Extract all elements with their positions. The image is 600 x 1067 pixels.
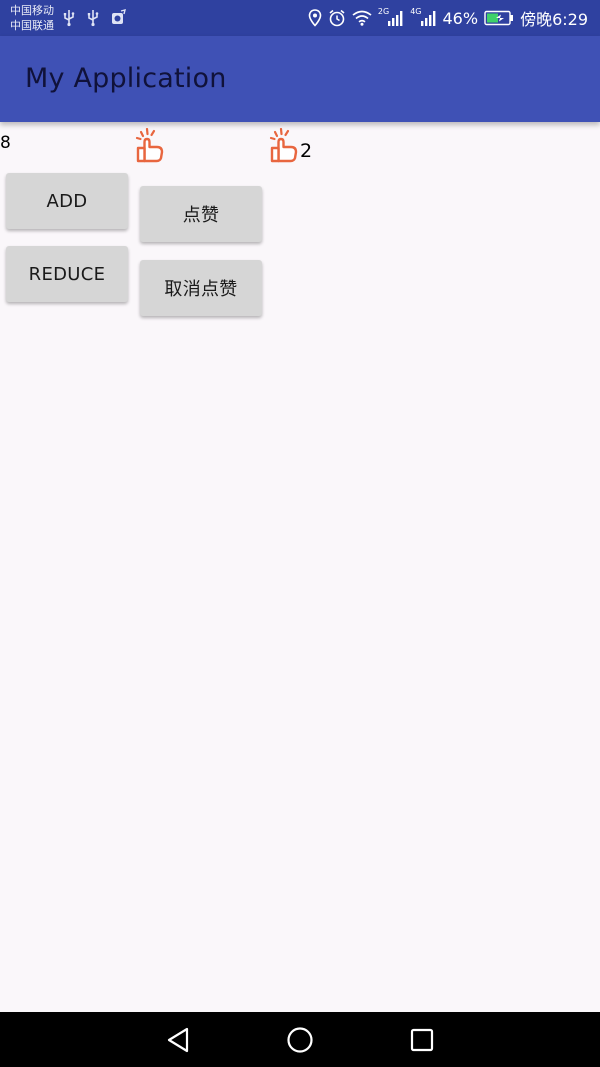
battery-icon [484, 10, 514, 26]
thumb-up-icon [135, 127, 165, 164]
clock: 傍晚6:29 [520, 10, 588, 29]
back-triangle-icon [167, 1027, 189, 1053]
carrier-info: 中国移动 中国联通 [10, 3, 54, 33]
wifi-icon [352, 10, 372, 26]
reduce-button[interactable]: REDUCE [6, 246, 128, 302]
location-icon [308, 9, 322, 27]
home-circle-icon [287, 1027, 313, 1053]
count-value: 8 [0, 133, 11, 153]
status-bar: 中国移动 中国联通 2G 4G 46% 傍晚6:29 [0, 0, 600, 36]
battery-percent: 46% [442, 8, 479, 28]
notification-icons [62, 9, 136, 27]
add-button[interactable]: ADD [6, 173, 128, 229]
signal-2-icon: 4G [410, 6, 436, 26]
recents-button[interactable] [406, 1024, 438, 1056]
app-title: My Application [25, 63, 227, 94]
navigation-bar [0, 1012, 600, 1067]
unlike-button[interactable]: 取消点赞 [140, 260, 262, 316]
app-bar: My Application [0, 36, 600, 122]
usb-icon [86, 9, 100, 27]
recents-square-icon [410, 1028, 434, 1052]
system-status: 2G 4G 46% 傍晚6:29 [302, 0, 588, 36]
alarm-icon [328, 9, 346, 27]
usb-icon [62, 9, 76, 27]
like-button[interactable]: 点赞 [140, 186, 262, 242]
home-button[interactable] [284, 1024, 316, 1056]
network-type-1: 2G [377, 6, 390, 16]
carrier-2: 中国联通 [10, 19, 54, 32]
like-count-value: 2 [300, 140, 313, 162]
network-type-2: 4G [410, 6, 422, 16]
carrier-1: 中国移动 [10, 4, 54, 17]
app-notification-icon [110, 9, 126, 27]
thumb-up-icon [269, 127, 299, 164]
back-button[interactable] [162, 1024, 194, 1056]
signal-1-icon: 2G [377, 6, 404, 26]
